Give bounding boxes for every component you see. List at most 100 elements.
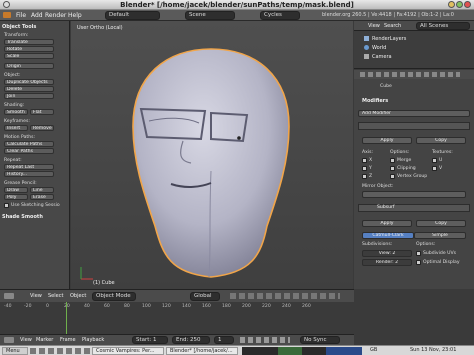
task-blender[interactable]: Blender* [/home/jacek/... xyxy=(166,347,238,355)
minimize-icon[interactable] xyxy=(448,1,455,8)
grease-poly-button[interactable]: Poly xyxy=(4,194,28,200)
add-modifier-dropdown[interactable]: Add Modifier xyxy=(358,110,470,117)
view-levels-field[interactable]: View: 2 xyxy=(362,250,412,257)
menu-help[interactable]: Help xyxy=(68,12,82,19)
menu-view[interactable]: View xyxy=(30,293,42,299)
shade-smooth-button[interactable]: Smooth xyxy=(4,109,28,115)
task-cosmic-vampires[interactable]: Cosmic Vampires: Per... xyxy=(92,347,164,355)
tick-label: -40 xyxy=(4,304,12,309)
grease-line-button[interactable]: Line xyxy=(30,187,54,193)
subsurf-apply-button[interactable]: Apply xyxy=(362,220,412,227)
timeline[interactable]: -40 -20 0 20 40 60 80 100 120 140 160 18… xyxy=(0,302,354,334)
start-frame-field[interactable]: Start: 1 xyxy=(132,336,168,344)
menu-file[interactable]: File xyxy=(16,12,26,19)
playback-controls[interactable] xyxy=(240,337,290,343)
render-engine-selector[interactable]: Cycles xyxy=(260,11,300,20)
layout-selector[interactable]: Default xyxy=(105,11,160,20)
3d-viewport[interactable]: User Ortho (Local) (1) Cube xyxy=(71,21,353,289)
mirror-copy-button[interactable]: Copy xyxy=(416,137,466,144)
render-levels-field[interactable]: Render: 2 xyxy=(362,259,412,266)
grease-draw-button[interactable]: Draw xyxy=(4,187,28,193)
vertex-group-checkbox[interactable] xyxy=(390,174,395,179)
texture-u-checkbox[interactable] xyxy=(432,158,437,163)
axis-x-label: X xyxy=(369,158,373,163)
subsurf-copy-button[interactable]: Copy xyxy=(416,220,466,227)
rotate-button[interactable]: Rotate xyxy=(4,46,54,52)
optimal-display-checkbox[interactable] xyxy=(416,260,421,265)
context-tab-icons[interactable] xyxy=(360,72,460,77)
clear-paths-button[interactable]: Clear Paths xyxy=(4,148,54,154)
menu-render[interactable]: Render xyxy=(45,12,66,19)
outliner-item-renderlayers[interactable]: RenderLayers xyxy=(372,36,406,42)
outliner-view-menu[interactable]: View xyxy=(368,23,380,29)
duplicate-objects-button[interactable]: Duplicate Objects xyxy=(4,79,54,85)
mirror-modifier-header[interactable] xyxy=(358,122,470,130)
use-sketching-checkbox[interactable] xyxy=(4,203,9,208)
blender-logo-icon[interactable] xyxy=(3,12,11,18)
scale-button[interactable]: Scale xyxy=(4,53,54,59)
keyboard-layout[interactable]: GB xyxy=(370,347,377,353)
insert-keyframe-button[interactable]: Insert xyxy=(4,125,28,131)
delete-button[interactable]: Delete xyxy=(4,86,54,92)
start-menu-button[interactable]: Menu xyxy=(2,347,28,355)
timeline-menu-view[interactable]: View xyxy=(20,337,32,343)
current-frame-line[interactable] xyxy=(66,302,67,334)
remove-keyframe-button[interactable]: Remove xyxy=(30,125,54,131)
shading-heading: Shading: xyxy=(4,103,25,108)
join-button[interactable]: Join xyxy=(4,93,54,99)
shade-flat-button[interactable]: Flat xyxy=(30,109,54,115)
grease-erase-button[interactable]: Erase xyxy=(30,194,54,200)
mirror-object-field[interactable] xyxy=(362,191,466,198)
history-button[interactable]: History... xyxy=(4,171,54,177)
editor-type-icon[interactable] xyxy=(4,293,14,299)
catmull-clark-tab[interactable]: Catmull-Clark xyxy=(362,232,414,239)
window-menu-icon[interactable] xyxy=(3,1,10,8)
tool-shelf-title: Object Tools xyxy=(2,24,37,30)
simple-tab[interactable]: Simple xyxy=(414,232,466,239)
repeat-last-button[interactable]: Repeat Last xyxy=(4,164,54,170)
timeline-ruler[interactable]: -40 -20 0 20 40 60 80 100 120 140 160 18… xyxy=(0,302,354,312)
transform-orientation-selector[interactable]: Global xyxy=(190,292,220,301)
tick-label: 240 xyxy=(282,304,291,309)
tick-label: 260 xyxy=(302,304,311,309)
calculate-paths-button[interactable]: Calculate Paths xyxy=(4,141,54,147)
outliner-display-selector[interactable]: All Scenes xyxy=(416,22,470,30)
tick-label: 120 xyxy=(162,304,171,309)
maximize-icon[interactable] xyxy=(456,1,463,8)
timeline-menu-playback[interactable]: Playback xyxy=(82,337,104,343)
close-icon[interactable] xyxy=(464,1,471,8)
subsurf-name[interactable]: Subsurf xyxy=(377,205,395,210)
window-title: Blender* [/home/jacek/blender/sunPaths/t… xyxy=(120,1,354,9)
tick-label: 0 xyxy=(46,304,49,309)
mode-selector[interactable]: Object Mode xyxy=(92,292,136,301)
menu-add[interactable]: Add xyxy=(31,12,43,19)
end-frame-field[interactable]: End: 250 xyxy=(172,336,210,344)
outliner-item-camera[interactable]: Camera xyxy=(372,54,392,60)
quick-launch-icons[interactable] xyxy=(30,348,90,354)
mirror-apply-button[interactable]: Apply xyxy=(362,137,412,144)
layer-buttons[interactable] xyxy=(230,293,340,299)
merge-checkbox[interactable] xyxy=(390,158,395,163)
axis-x-checkbox[interactable] xyxy=(362,158,367,163)
clock[interactable]: Sun 13 Nov, 23:01 xyxy=(410,347,456,353)
outliner-item-world[interactable]: World xyxy=(372,45,386,51)
menu-select[interactable]: Select xyxy=(48,293,63,299)
camera-icon xyxy=(364,54,369,59)
translate-button[interactable]: Translate xyxy=(4,39,54,45)
subdivide-uvs-checkbox[interactable] xyxy=(416,251,421,256)
timeline-menu-frame[interactable]: Frame xyxy=(60,337,76,343)
texture-v-checkbox[interactable] xyxy=(432,166,437,171)
timeline-menu-marker[interactable]: Marker xyxy=(36,337,53,343)
subsurf-modifier-header[interactable]: Subsurf xyxy=(358,204,470,212)
axis-z-checkbox[interactable] xyxy=(362,174,367,179)
outliner-search-menu[interactable]: Search xyxy=(384,23,401,29)
clipping-checkbox[interactable] xyxy=(390,166,395,171)
timeline-editor-type-icon[interactable] xyxy=(4,337,14,343)
menu-object[interactable]: Object xyxy=(70,293,86,299)
scene-selector[interactable]: Scene xyxy=(185,11,235,20)
sync-selector[interactable]: No Sync xyxy=(300,336,340,344)
current-frame-field[interactable]: 1 xyxy=(214,336,234,344)
origin-button[interactable]: Origin xyxy=(4,63,54,69)
textures-label: Textures: xyxy=(432,150,453,155)
axis-y-checkbox[interactable] xyxy=(362,166,367,171)
